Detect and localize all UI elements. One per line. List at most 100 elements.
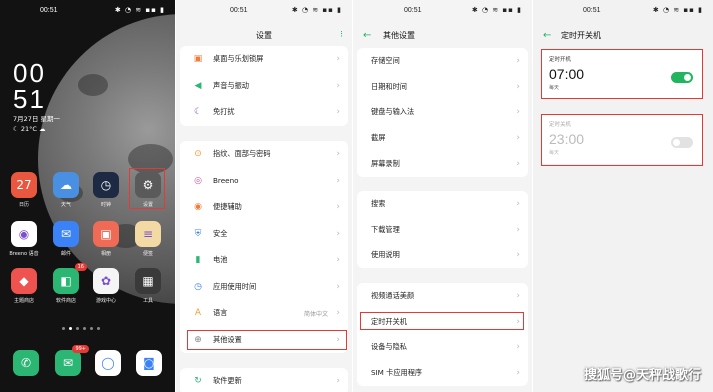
settings-row[interactable]: ↻ 软件更新 › [180, 368, 348, 392]
app-icon-10[interactable]: ✿ 游戏中心 [91, 268, 121, 304]
app-icon-11[interactable]: ▦ 工具 [133, 268, 163, 304]
settings-row-label: Breeno [213, 176, 239, 186]
chevron-right-icon: › [336, 281, 340, 292]
settings-row[interactable]: ◉ 便捷辅助 › [180, 194, 348, 221]
other-settings-row-label: 屏幕录制 [371, 159, 400, 169]
settings-group-3: ↻ 软件更新 › [180, 368, 348, 392]
app-icon-4[interactable]: ◉ Breeno 语音 [9, 221, 39, 257]
other-group-3: 视频通话美颜 › 定时开关机 › 设备与隐私 › SIM 卡应用程序 › [357, 283, 528, 387]
settings-row-label: 免打扰 [213, 107, 235, 117]
settings-row[interactable]: ◀ 声音与振动 › [180, 73, 348, 100]
app-glyph-icon: ◧ [53, 268, 79, 294]
settings-row[interactable]: ◷ 应用使用时间 › [180, 274, 348, 301]
settings-row[interactable]: ▣ 桌面与乐划锁屏 › [180, 46, 348, 73]
chevron-right-icon: › [336, 255, 340, 266]
dock-glyph-icon: ◯ [95, 350, 121, 376]
app-icon-8[interactable]: ◆ 主题商店 [9, 268, 39, 304]
settings-group-2: ⊙ 指纹、面部与密码 › ◎ Breeno › ◉ 便捷辅助 › ⛨ 安全 › ▮ 电池 › ◷ 应用使用时间 ›… [180, 141, 348, 353]
other-settings-row-label: SIM 卡应用程序 [371, 368, 423, 378]
app-icon-1[interactable]: ☁ 天气 [51, 172, 81, 208]
other-settings-row[interactable]: 日期和时间 › [357, 74, 528, 100]
chevron-right-icon: › [336, 107, 340, 118]
moon-wallpaper [38, 14, 175, 304]
settings-row-label: 应用使用时间 [213, 281, 257, 291]
dock-icon-2[interactable]: ◯ [93, 350, 123, 376]
status-bar: 00:51 ✱ ◔ ≋ ▪▪ ▮ [0, 0, 175, 20]
app-glyph-icon: ☁ [53, 172, 79, 198]
page-indicator [62, 327, 100, 330]
page-title: 其他设置 [383, 30, 415, 40]
other-settings-row-label: 设备与隐私 [371, 342, 407, 352]
app-label: 软件商店 [55, 298, 76, 304]
settings-row-icon: ⊙ [194, 149, 202, 160]
app-icon-5[interactable]: ✉ 邮件 [51, 221, 81, 257]
chevron-right-icon: › [516, 81, 520, 92]
settings-row-icon: ▣ [193, 54, 203, 65]
settings-row-label: 便捷辅助 [213, 202, 242, 212]
chevron-right-icon: › [516, 250, 520, 261]
other-settings-row[interactable]: 搜索 › [357, 191, 528, 217]
app-label: 天气 [60, 202, 71, 208]
settings-row-icon: ▮ [195, 255, 201, 266]
settings-row-icon: ☾ [193, 107, 203, 118]
app-icon-6[interactable]: ▣ 相册 [91, 221, 121, 257]
chevron-right-icon: › [516, 368, 520, 379]
settings-row[interactable]: A 语言 简体中文 › [180, 300, 348, 327]
app-icon-9[interactable]: ◧ 16 软件商店 [51, 263, 87, 304]
settings-row[interactable]: ⊙ 指纹、面部与密码 › [180, 141, 348, 168]
settings-row[interactable]: ☾ 免打扰 › [180, 99, 348, 126]
other-settings-row[interactable]: 存储空间 › [357, 48, 528, 74]
status-bar: 00:51 ✱ ◔ ≋ ▪▪ ▮ [533, 0, 713, 20]
app-label: 邮件 [60, 251, 71, 257]
chevron-right-icon: › [336, 202, 340, 213]
other-settings-row[interactable]: 使用说明 › [357, 243, 528, 269]
other-settings-row[interactable]: 键盘与输入法 › [357, 100, 528, 126]
chevron-right-icon: › [336, 175, 340, 186]
chevron-right-icon: › [516, 107, 520, 118]
app-glyph-icon: ✿ [93, 268, 119, 294]
app-glyph-icon: ≡ [135, 221, 161, 247]
app-glyph-icon: ◷ [93, 172, 119, 198]
dock-icon-3[interactable]: ◙ [134, 350, 164, 376]
back-arrow-icon[interactable]: ← [543, 30, 551, 41]
settings-row-value: 简体中文 [303, 310, 328, 318]
page-title: 定时开关机 [561, 30, 601, 40]
other-settings-row[interactable]: 视频通话美颜 › [357, 283, 528, 309]
status-time: 00:51 [40, 6, 58, 14]
status-icons: ✱ ◔ ≋ ▪▪ ▮ [471, 6, 522, 14]
settings-row[interactable]: ◎ Breeno › [180, 168, 348, 195]
app-icon-7[interactable]: ≡ 便签 [133, 221, 163, 257]
status-bar: 00:51 ✱ ◔ ≋ ▪▪ ▮ [176, 0, 352, 20]
settings-row-label: 安全 [213, 228, 228, 238]
chevron-right-icon: › [336, 308, 340, 319]
other-settings-row[interactable]: 下载管理 › [357, 217, 528, 243]
other-settings-row[interactable]: SIM 卡应用程序 › [357, 360, 528, 386]
chevron-right-icon: › [516, 224, 520, 235]
app-glyph-icon: ◆ [11, 268, 37, 294]
dock-icon-0[interactable]: ✆ [11, 350, 41, 376]
dock-icon-1[interactable]: ✉ 99+ [53, 345, 89, 376]
more-icon[interactable]: ⁝ [340, 30, 343, 40]
notification-badge: 99+ [72, 345, 89, 353]
other-settings-row[interactable]: 屏幕录制 › [357, 151, 528, 177]
settings-row-icon: ◷ [194, 281, 202, 292]
settings-row-icon: ↻ [194, 376, 202, 387]
back-arrow-icon[interactable]: ← [363, 30, 371, 41]
other-settings-row[interactable]: 设备与隐私 › [357, 335, 528, 361]
app-icon-0[interactable]: 27 日历 [9, 172, 39, 208]
status-time: 00:51 [404, 6, 422, 14]
timer-header: ← 定时开关机 [533, 27, 713, 43]
weather-label: ☾ 21°C ☁ [13, 125, 46, 133]
other-settings-row-label: 存储空间 [371, 55, 400, 65]
app-glyph-icon: 27 [11, 172, 37, 198]
settings-row-icon: ⛨ [194, 228, 202, 239]
other-settings-row-label: 搜索 [371, 198, 386, 208]
settings-row[interactable]: ⛨ 安全 › [180, 221, 348, 248]
app-icon-2[interactable]: ◷ 时钟 [91, 172, 121, 208]
other-settings-screen: 00:51 ✱ ◔ ≋ ▪▪ ▮ ← 其他设置 存储空间 › 日期和时间 › 键盘与输入… [353, 0, 532, 392]
other-settings-row[interactable]: 截屏 › [357, 125, 528, 151]
settings-row[interactable]: ▮ 电池 › [180, 247, 348, 274]
app-glyph-icon: ◉ [11, 221, 37, 247]
chevron-right-icon: › [516, 159, 520, 170]
app-label: 时钟 [100, 202, 111, 208]
